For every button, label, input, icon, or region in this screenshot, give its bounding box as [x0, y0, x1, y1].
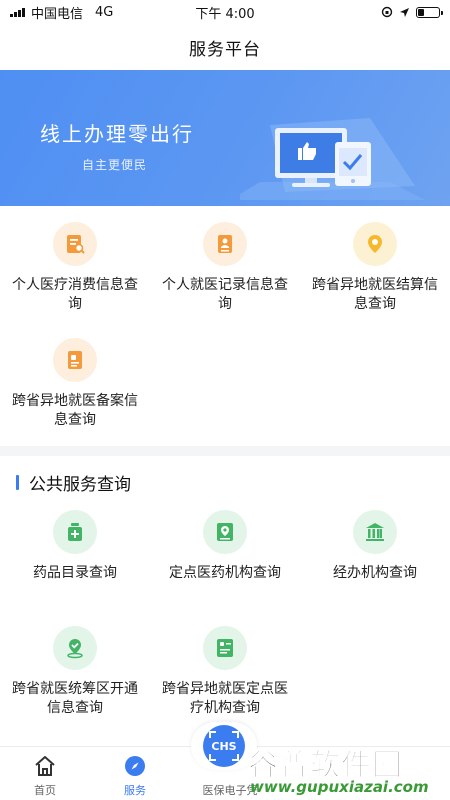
service-label: 跨省异地就医备案信息查询 [12, 393, 138, 428]
service-drug-catalog[interactable]: 药品目录查询 [0, 510, 150, 583]
region-shield-icon [53, 626, 97, 670]
service-label: 经办机构查询 [333, 565, 417, 581]
promo-banner[interactable]: 线上办理零出行 自主更便民 [0, 70, 450, 206]
service-cross-province-settlement[interactable]: 跨省异地就医结算信息查询 [300, 222, 450, 314]
designated-pharmacy-icon [203, 510, 247, 554]
service-designated-medical-institution[interactable]: 跨省异地就医定点医疗机构查询 [150, 626, 300, 718]
public-services-section: 公共服务查询 药品目录查询 定点医药机构查询 经办机构查询 跨省就医统筹区开通信… [0, 456, 450, 746]
section-header: 公共服务查询 [16, 470, 131, 495]
page-title: 服务平台 [189, 39, 261, 60]
service-personal-records[interactable]: 个人就医记录信息查询 [150, 222, 300, 314]
medical-bill-search-icon [53, 222, 97, 266]
banner-subtitle: 自主更便民 [82, 158, 148, 172]
location-pin-icon [353, 222, 397, 266]
status-bar: 中国电信 4G 下午 4:00 [0, 0, 450, 24]
service-label: 个人就医记录信息查询 [162, 277, 288, 312]
service-label: 药品目录查询 [33, 565, 117, 581]
watermark-url: www.gupuxiazai.com [250, 778, 429, 796]
location-arrow-icon [400, 7, 409, 17]
medical-record-icon [203, 222, 247, 266]
computer-illustration-icon [240, 118, 425, 200]
service-cross-province-filing[interactable]: 跨省异地就医备案信息查询 [0, 338, 150, 430]
personal-services-section: 个人医疗消费信息查询 个人就医记录信息查询 跨省异地就医结算信息查询 跨省异地就… [0, 206, 450, 446]
service-label: 跨省异地就医定点医疗机构查询 [162, 681, 288, 716]
banner-title: 线上办理零出行 [40, 122, 194, 146]
orientation-lock-icon [381, 6, 393, 18]
institution-building-icon [353, 510, 397, 554]
service-agency-institution[interactable]: 经办机构查询 [300, 510, 450, 583]
watermark-logo: 谷普软件园 www.gupuxiazai.com [248, 740, 448, 797]
service-personal-consumption[interactable]: 个人医疗消费信息查询 [0, 222, 150, 314]
chs-label: CHS [211, 739, 237, 753]
tab-label: 服务 [124, 784, 146, 797]
battery-icon [416, 6, 443, 18]
service-label: 个人医疗消费信息查询 [12, 277, 138, 312]
service-region-opening-info[interactable]: 跨省就医统筹区开通信息查询 [0, 626, 150, 718]
medicine-bottle-icon [53, 510, 97, 554]
tab-label: 首页 [34, 784, 56, 797]
filing-document-icon [53, 338, 97, 382]
nav-bar: 服务平台 [0, 24, 450, 70]
home-icon [32, 753, 58, 779]
service-label: 跨省就医统筹区开通信息查询 [12, 681, 138, 716]
chs-icon: CHS [203, 725, 245, 767]
service-label: 跨省异地就医结算信息查询 [312, 277, 438, 312]
tab-home[interactable]: 首页 [0, 747, 90, 800]
section-title: 公共服务查询 [29, 475, 131, 495]
service-designated-pharmacy[interactable]: 定点医药机构查询 [150, 510, 300, 583]
status-right [381, 6, 443, 18]
compass-icon [122, 753, 148, 779]
tab-services[interactable]: 服务 [90, 747, 180, 800]
medical-institution-card-icon [203, 626, 247, 670]
section-accent-bar [16, 475, 19, 490]
service-label: 定点医药机构查询 [169, 565, 281, 581]
